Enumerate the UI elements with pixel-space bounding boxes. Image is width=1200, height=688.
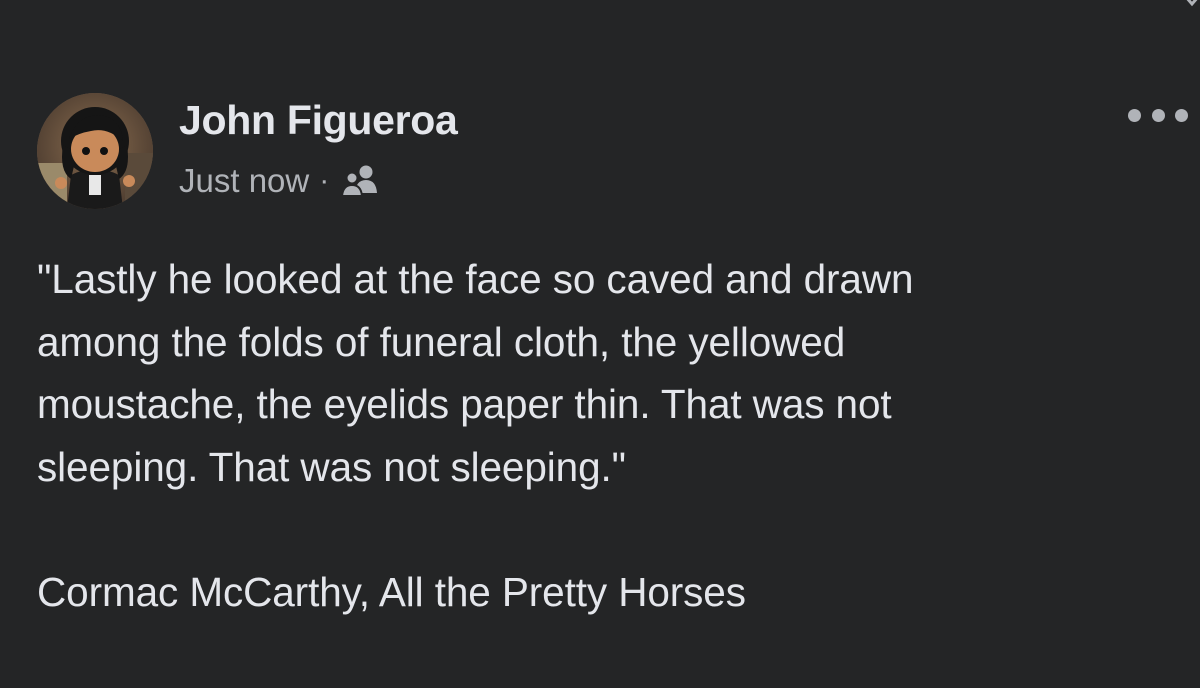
more-dot: [1175, 108, 1188, 122]
post-meta: Just now ·: [179, 162, 383, 200]
quote-attribution: Cormac McCarthy, All the Pretty Horses: [37, 561, 1177, 624]
quote-line: sleeping. That was not sleeping.": [37, 443, 626, 490]
corner-chevron-icon: [1184, 0, 1200, 7]
quote-text: "Lastly he looked at the face so caved a…: [37, 248, 1177, 498]
more-dot: [1128, 108, 1141, 122]
post-card: John Figueroa Just now · "Lastly he look…: [0, 0, 1200, 688]
friends-icon[interactable]: [339, 163, 383, 199]
more-options-icon[interactable]: [1128, 102, 1188, 128]
quote-line: moustache, the eyelids paper thin. That …: [37, 381, 892, 427]
quote-line: among the folds of funeral cloth, the ye…: [37, 318, 846, 365]
avatar-image: [37, 93, 153, 209]
attribution-text: Cormac McCarthy, All the Pretty Horses: [37, 568, 746, 615]
post-text: "Lastly he looked at the face so caved a…: [37, 248, 1177, 623]
post-timestamp[interactable]: Just now: [179, 162, 309, 200]
author-name[interactable]: John Figueroa: [179, 98, 458, 142]
avatar[interactable]: [37, 93, 153, 209]
meta-separator: ·: [319, 164, 330, 197]
more-dot: [1151, 108, 1165, 122]
quote-line: "Lastly he looked at the face so caved a…: [37, 256, 914, 302]
